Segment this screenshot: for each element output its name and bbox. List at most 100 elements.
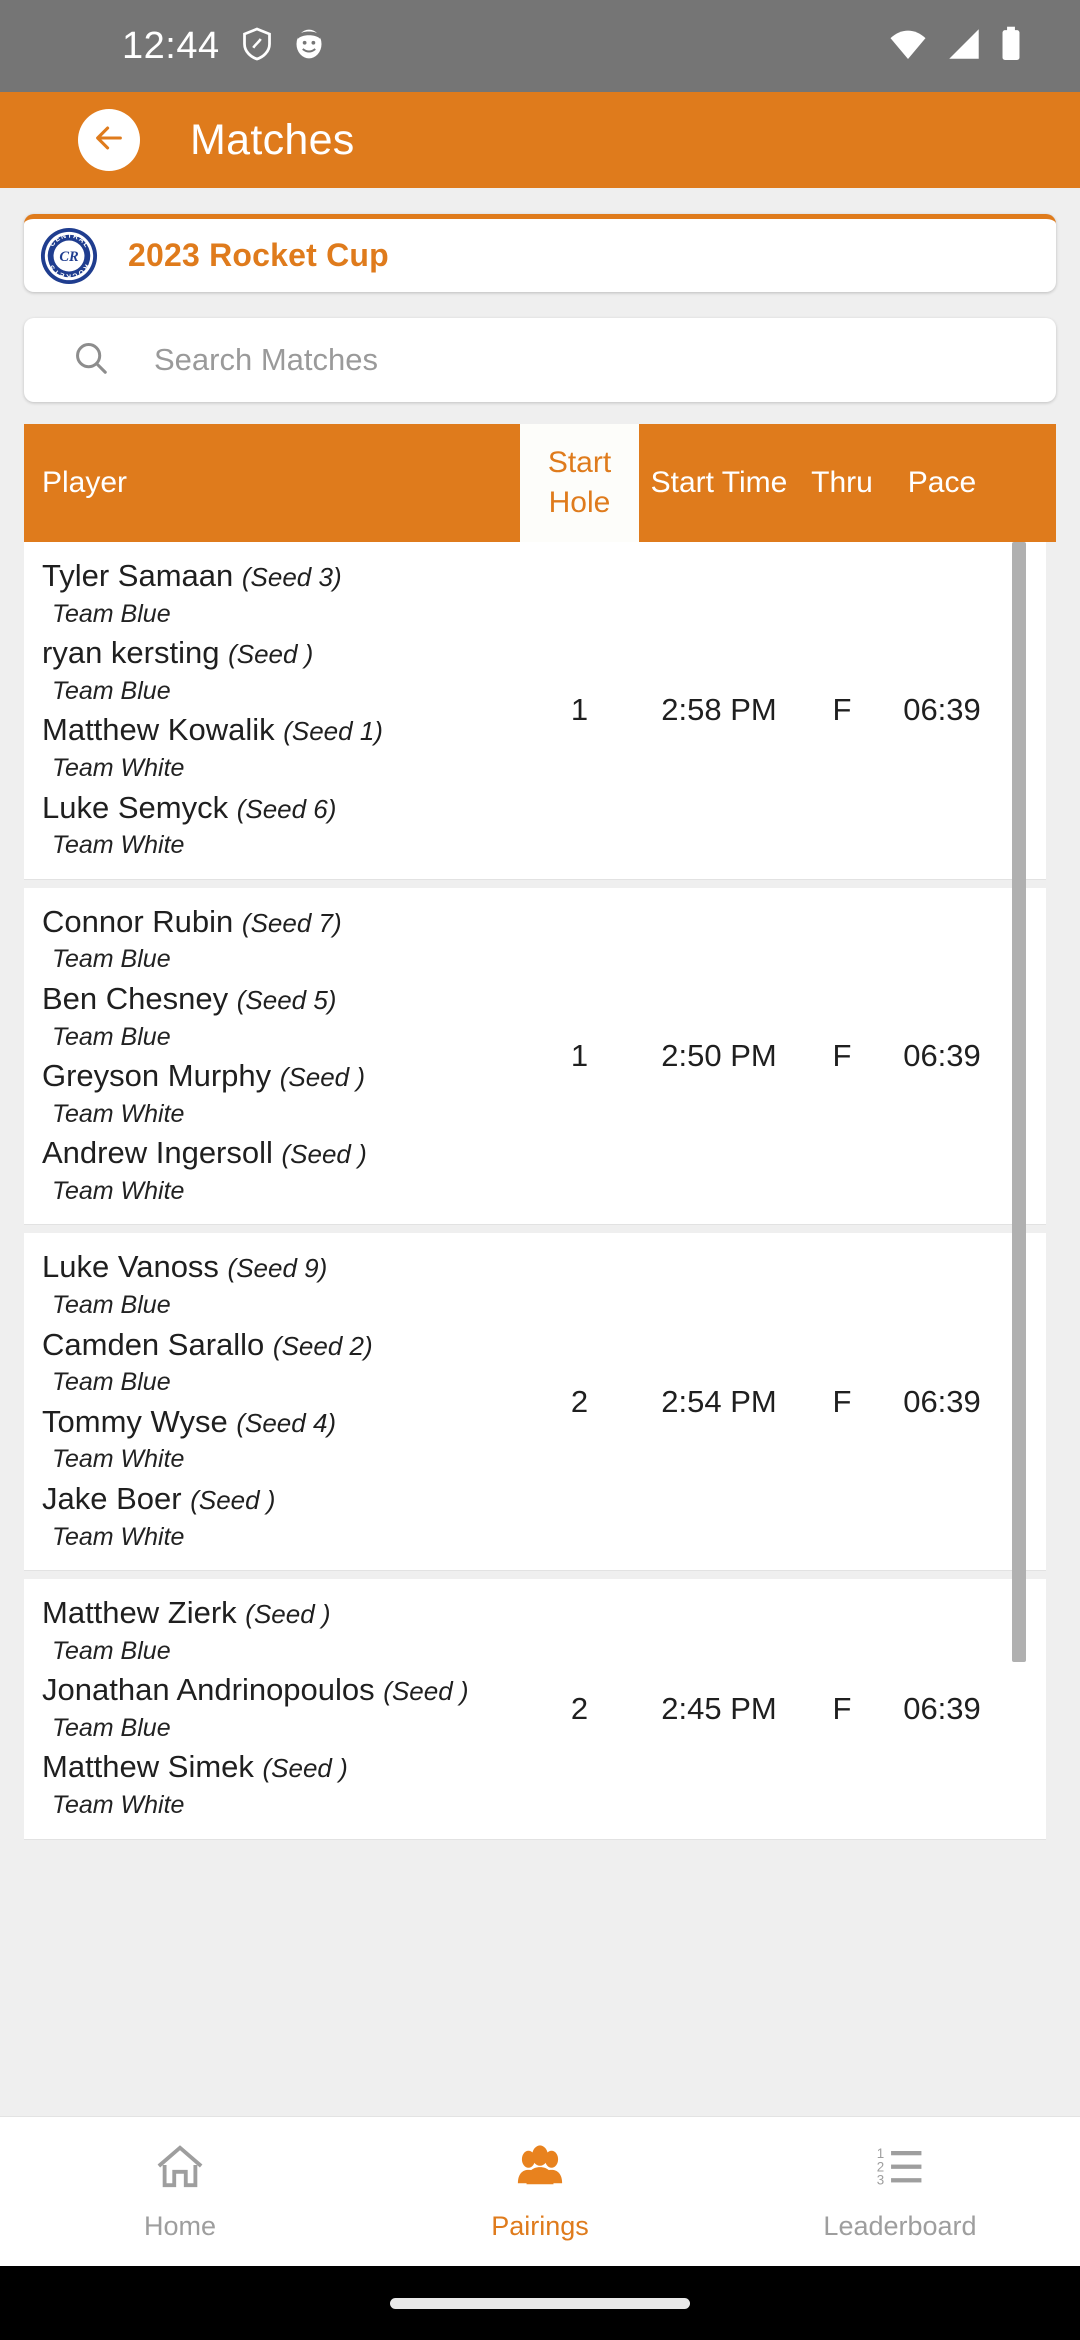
- cell-start-time: 2:54 PM: [661, 1383, 777, 1419]
- player-name-line: Greyson Murphy (Seed ): [42, 1058, 366, 1094]
- nav-item-leaderboard[interactable]: 1 2 3 Leaderboard: [720, 2117, 1080, 2266]
- player-name-line: Ben Chesney (Seed 5): [42, 980, 337, 1016]
- cell-players: Matthew Zierk (Seed ) Team Blue Jonathan A…: [24, 1579, 520, 1839]
- arrow-left-icon: [92, 121, 126, 160]
- player-team: Team Blue: [52, 1636, 171, 1665]
- cell-thru: F: [832, 1038, 852, 1074]
- cell-signal-icon: [946, 27, 982, 66]
- cell-start-hole: 2: [570, 1690, 589, 1726]
- column-header-spacer: [999, 424, 1056, 542]
- cell-pace: 06:39: [903, 1690, 981, 1726]
- search-bar[interactable]: [24, 318, 1056, 402]
- player-name-line: ryan kersting (Seed ): [42, 635, 314, 671]
- player-name-line: Camden Sarallo (Seed 2): [42, 1326, 373, 1362]
- player-team: Team Blue: [52, 1291, 171, 1320]
- back-button[interactable]: [78, 109, 140, 171]
- player-name-line: Tyler Samaan (Seed 3): [42, 558, 342, 593]
- home-icon: [155, 2142, 205, 2195]
- vertical-scrollbar[interactable]: [1012, 542, 1026, 1662]
- nav-item-home[interactable]: Home: [0, 2117, 360, 2266]
- nav-label-leaderboard: Leaderboard: [823, 2210, 977, 2241]
- player-team: Team Blue: [52, 1368, 171, 1397]
- matches-table: Player Start Hole Start Time Thru Pace T…: [24, 424, 1056, 2024]
- cell-start-hole: 1: [570, 1038, 589, 1074]
- cell-pace: 06:39: [903, 1383, 981, 1419]
- table-row[interactable]: Matthew Zierk (Seed ) Team Blue Jonathan A…: [24, 1579, 1046, 1840]
- table-body-scroll-area[interactable]: Tyler Samaan (Seed 3) Team Blue ryan kerst…: [24, 542, 1056, 2024]
- player-name-line: Matthew Zierk (Seed ): [42, 1595, 331, 1631]
- cell-pace: 06:39: [903, 1038, 981, 1074]
- tournament-card[interactable]: CENTRAL ROCKETS CR 2023 Rocket Cup: [24, 214, 1056, 292]
- player-name-line: Jonathan Andrinopoulos (Seed ): [42, 1672, 469, 1708]
- player-name-line: Matthew Simek (Seed ): [42, 1749, 348, 1785]
- status-bar: 12:44: [0, 0, 1080, 92]
- player-seed: (Seed 3): [241, 562, 342, 592]
- player-name-line: Jake Boer (Seed ): [42, 1480, 276, 1516]
- player-seed: (Seed 2): [272, 1330, 373, 1361]
- page-title: Matches: [190, 115, 355, 164]
- player-team: Team White: [52, 1176, 185, 1205]
- player-name-line: Luke Vanoss (Seed 9): [42, 1249, 328, 1285]
- player-seed: (Seed ): [228, 639, 314, 670]
- app-bar: Matches: [0, 92, 1080, 188]
- player-team: Team White: [52, 831, 185, 860]
- status-bar-right: [888, 26, 1044, 67]
- player-team: Team Blue: [52, 945, 171, 974]
- table-row[interactable]: Luke Vanoss (Seed 9) Team Blue Camden Sara…: [24, 1233, 1046, 1572]
- player-name-line: Matthew Kowalik (Seed 1): [42, 712, 383, 748]
- player-seed: (Seed 6): [236, 793, 337, 824]
- system-gesture-bar: [0, 2266, 1080, 2340]
- cell-players: Luke Vanoss (Seed 9) Team Blue Camden Sara…: [24, 1233, 520, 1570]
- numbered-list-icon: 1 2 3: [875, 2142, 925, 2195]
- search-input[interactable]: [154, 342, 1056, 378]
- search-icon: [72, 339, 110, 382]
- battery-icon: [1000, 26, 1022, 67]
- player-seed: (Seed ): [245, 1599, 331, 1630]
- column-header-player[interactable]: Player: [24, 424, 520, 542]
- player-team: Team Blue: [52, 599, 171, 628]
- player-team: Team White: [52, 1445, 185, 1474]
- gesture-pill[interactable]: [390, 2297, 690, 2309]
- player-team: Team Blue: [52, 1713, 171, 1742]
- table-body: Tyler Samaan (Seed 3) Team Blue ryan kerst…: [24, 542, 1056, 1840]
- tournament-name: 2023 Rocket Cup: [128, 237, 389, 273]
- cell-thru: F: [832, 1690, 852, 1726]
- nav-item-pairings[interactable]: Pairings: [360, 2117, 720, 2266]
- table-header-row: Player Start Hole Start Time Thru Pace: [24, 424, 1056, 542]
- nav-label-home: Home: [143, 2210, 217, 2241]
- wifi-icon: [888, 27, 928, 66]
- player-seed: (Seed ): [190, 1484, 276, 1515]
- central-rockets-logo-icon: CENTRAL ROCKETS CR: [40, 227, 98, 285]
- cell-start-time: 2:45 PM: [661, 1690, 777, 1726]
- cell-players: Connor Rubin (Seed 7) Team Blue Ben Chesne…: [24, 888, 520, 1225]
- nav-label-pairings: Pairings: [491, 2210, 589, 2241]
- player-name-line: Connor Rubin (Seed 7): [42, 903, 342, 939]
- status-bar-clock: 12:44: [122, 24, 220, 67]
- player-team: Team White: [52, 1099, 185, 1128]
- table-row[interactable]: Tyler Samaan (Seed 3) Team Blue ryan kerst…: [24, 542, 1046, 880]
- player-team: Team White: [52, 1522, 185, 1551]
- player-seed: (Seed ): [279, 1062, 366, 1093]
- column-header-start-time[interactable]: Start Time: [639, 424, 799, 542]
- bottom-navigation-bar: Home Pairings 1 2 3 Leaderboard: [0, 2116, 1080, 2266]
- player-seed: (Seed 9): [227, 1253, 328, 1284]
- cell-start-hole: 2: [570, 1383, 589, 1419]
- player-name-line: Andrew Ingersoll (Seed ): [42, 1135, 367, 1171]
- player-seed: (Seed ): [262, 1753, 348, 1784]
- cell-pace: 06:39: [903, 692, 981, 728]
- cell-start-time: 2:58 PM: [661, 692, 777, 728]
- player-seed: (Seed ): [383, 1676, 469, 1707]
- player-seed: (Seed ): [281, 1139, 367, 1170]
- player-name-line: Tommy Wyse (Seed 4): [42, 1403, 337, 1439]
- cell-thru: F: [832, 692, 852, 728]
- table-row[interactable]: Connor Rubin (Seed 7) Team Blue Ben Chesne…: [24, 887, 1046, 1226]
- player-name-line: Luke Semyck (Seed 6): [42, 789, 337, 825]
- column-header-thru[interactable]: Thru: [799, 424, 885, 542]
- player-team: Team White: [52, 1791, 185, 1820]
- cell-start-hole: 1: [570, 692, 589, 728]
- column-header-start-hole[interactable]: Start Hole: [520, 424, 639, 542]
- column-header-start-hole-line2: Hole: [548, 486, 611, 519]
- player-team: Team Blue: [52, 1022, 171, 1051]
- player-seed: (Seed 4): [236, 1407, 337, 1438]
- column-header-pace[interactable]: Pace: [885, 424, 999, 542]
